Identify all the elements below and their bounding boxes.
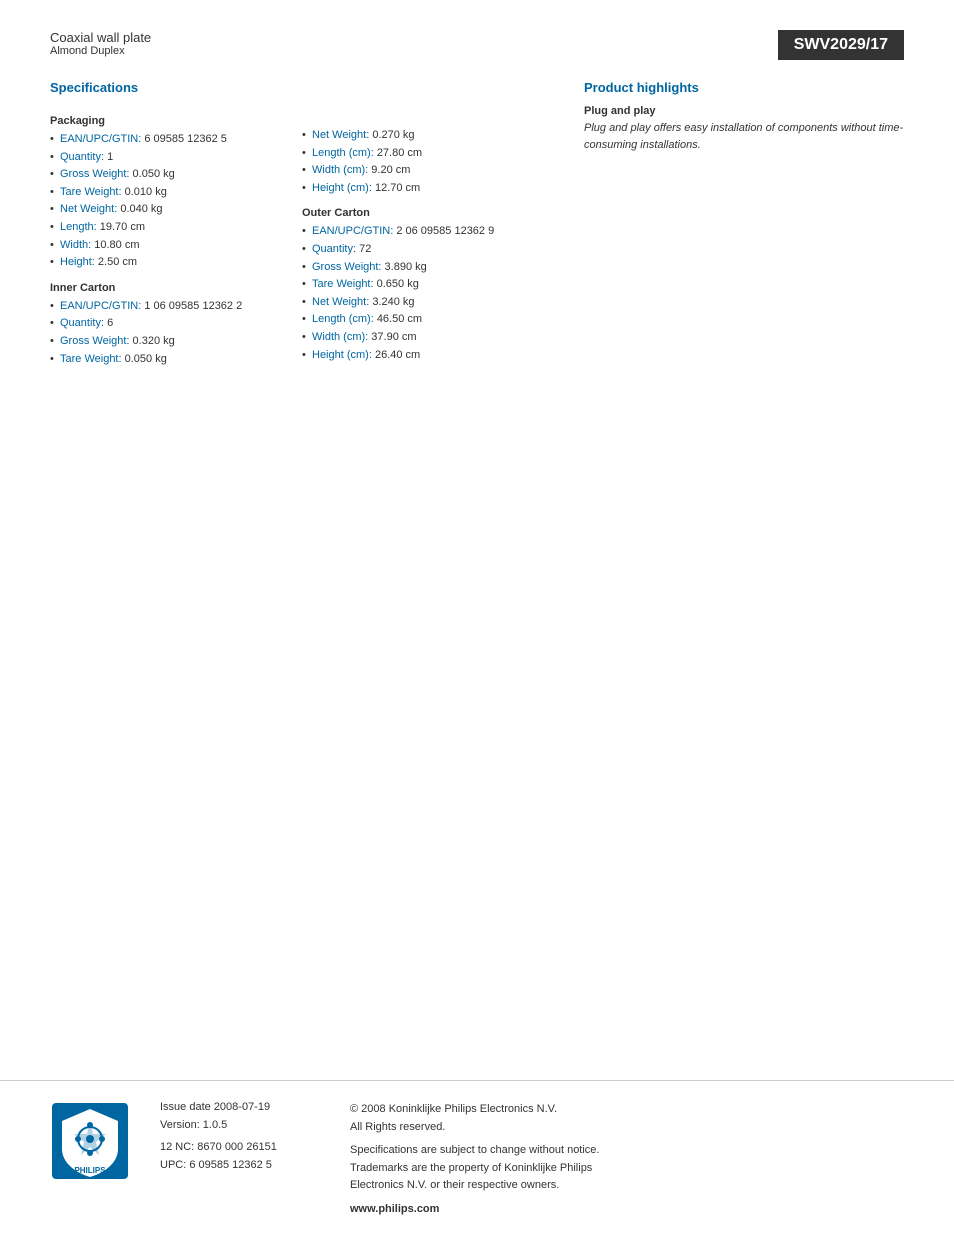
spec-right-col: Net Weight: 0.270 kg Length (cm): 27.80 … (302, 105, 554, 368)
list-item: EAN/UPC/GTIN: 2 06 09585 12362 9 (302, 223, 554, 241)
list-item: Height (cm): 26.40 cm (302, 347, 554, 365)
svg-text:PHILIPS: PHILIPS (74, 1166, 106, 1175)
inner-carton-heading: Inner Carton (50, 282, 302, 294)
spec-left-col: Packaging EAN/UPC/GTIN: 6 09585 12362 5 … (50, 105, 302, 368)
philips-logo: PHILIPS (50, 1101, 130, 1181)
highlight-title: Plug and play (584, 105, 904, 117)
inner-carton-list: EAN/UPC/GTIN: 1 06 09585 12362 2 Quantit… (50, 298, 302, 368)
footer-right: © 2008 Koninklijke Philips Electronics N… (350, 1101, 904, 1215)
list-item: Width (cm): 37.90 cm (302, 329, 554, 347)
product-subtitle: Almond Duplex (50, 45, 778, 57)
list-item: Quantity: 1 (50, 149, 302, 167)
list-item: Gross Weight: 0.050 kg (50, 166, 302, 184)
list-item: Net Weight: 3.240 kg (302, 294, 554, 312)
issue-date: Issue date 2008-07-19 (160, 1101, 320, 1113)
footer-left: Issue date 2008-07-19 Version: 1.0.5 12 … (160, 1101, 320, 1215)
upc-number: UPC: 6 09585 12362 5 (160, 1157, 320, 1175)
footer-website: www.philips.com (350, 1203, 904, 1215)
specifications-section: Specifications Packaging EAN/UPC/GTIN: 6… (50, 80, 584, 368)
nc-number: 12 NC: 8670 000 26151 (160, 1139, 320, 1157)
list-item: Length (cm): 27.80 cm (302, 145, 554, 163)
list-item: Height (cm): 12.70 cm (302, 180, 554, 198)
outer-carton-heading: Outer Carton (302, 207, 554, 219)
packaging-heading: Packaging (50, 115, 302, 127)
packaging-list: EAN/UPC/GTIN: 6 09585 12362 5 Quantity: … (50, 131, 302, 272)
footer-copyright: © 2008 Koninklijke Philips Electronics N… (350, 1101, 904, 1136)
list-item: Width: 10.80 cm (50, 237, 302, 255)
highlights-heading: Product highlights (584, 80, 904, 95)
footer: PHILIPS Issue date 2008-07-19 Version: 1… (0, 1080, 954, 1235)
specifications-heading: Specifications (50, 80, 554, 95)
product-title-block: Coaxial wall plate Almond Duplex (50, 30, 778, 57)
footer-info: Issue date 2008-07-19 Version: 1.0.5 12 … (160, 1101, 904, 1215)
list-item: Gross Weight: 3.890 kg (302, 259, 554, 277)
list-item: EAN/UPC/GTIN: 1 06 09585 12362 2 (50, 298, 302, 316)
list-item: Length (cm): 46.50 cm (302, 311, 554, 329)
highlight-description: Plug and play offers easy installation o… (584, 120, 904, 153)
highlight-item: Plug and play Plug and play offers easy … (584, 105, 904, 153)
list-item: Height: 2.50 cm (50, 254, 302, 272)
packaging-continued-list: Net Weight: 0.270 kg Length (cm): 27.80 … (302, 127, 554, 197)
outer-carton-list: EAN/UPC/GTIN: 2 06 09585 12362 9 Quantit… (302, 223, 554, 364)
footer-nc-upc: 12 NC: 8670 000 26151 UPC: 6 09585 12362… (160, 1139, 320, 1174)
list-item: Net Weight: 0.040 kg (50, 201, 302, 219)
list-item: Net Weight: 0.270 kg (302, 127, 554, 145)
footer-disclaimer: Specifications are subject to change wit… (350, 1142, 904, 1195)
list-item: EAN/UPC/GTIN: 6 09585 12362 5 (50, 131, 302, 149)
list-item: Width (cm): 9.20 cm (302, 162, 554, 180)
version: Version: 1.0.5 (160, 1119, 320, 1131)
model-badge: SWV2029/17 (778, 30, 904, 60)
list-item: Tare Weight: 0.050 kg (50, 351, 302, 369)
list-item: Quantity: 72 (302, 241, 554, 259)
highlights-section: Product highlights Plug and play Plug an… (584, 80, 904, 368)
list-item: Gross Weight: 0.320 kg (50, 333, 302, 351)
list-item: Quantity: 6 (50, 315, 302, 333)
list-item: Tare Weight: 0.650 kg (302, 276, 554, 294)
list-item: Tare Weight: 0.010 kg (50, 184, 302, 202)
list-item: Length: 19.70 cm (50, 219, 302, 237)
product-title: Coaxial wall plate (50, 30, 778, 45)
